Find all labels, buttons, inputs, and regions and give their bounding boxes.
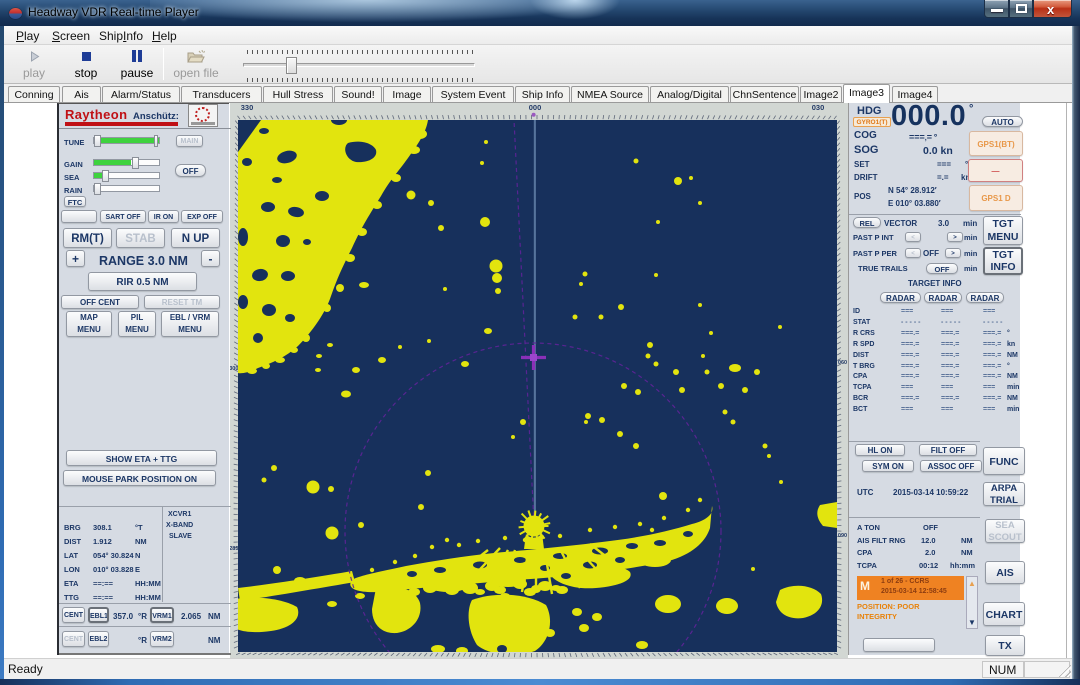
svg-text:300: 300 [230, 366, 238, 372]
svg-text:090: 090 [838, 533, 847, 539]
svg-text:030: 030 [812, 103, 825, 112]
svg-text:330: 330 [241, 103, 254, 112]
svg-text:000: 000 [529, 103, 542, 112]
svg-text:285: 285 [230, 546, 238, 552]
svg-text:060: 060 [838, 360, 847, 366]
